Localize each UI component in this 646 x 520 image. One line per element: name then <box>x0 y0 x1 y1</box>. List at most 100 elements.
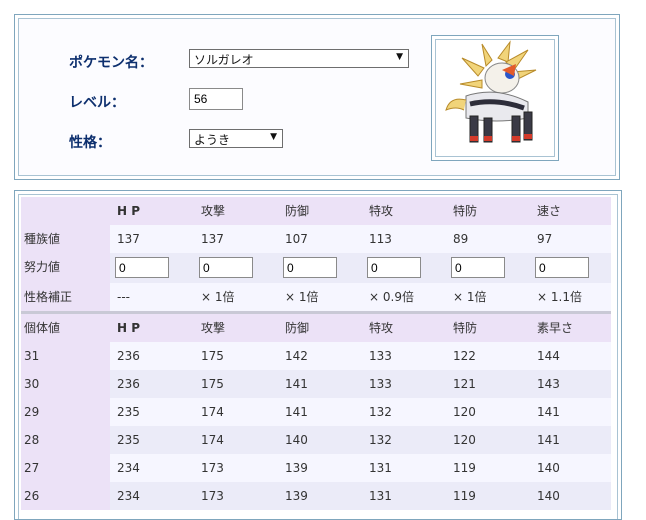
header-cell-speed: 素早さ <box>537 321 574 335</box>
header-cell-defense: 防御 <box>285 204 310 218</box>
table-cell: 144 <box>537 349 560 363</box>
table-row: 31 236 175 142 133 122 144 <box>21 342 611 370</box>
table-cell: 143 <box>537 377 560 391</box>
pokemon-name-label: ポケモン名： <box>69 55 153 71</box>
base-stats-row: 種族値 137 137 107 113 89 97 <box>21 225 611 253</box>
table-cell: 174 <box>201 433 224 447</box>
level-input[interactable] <box>189 88 243 110</box>
pokemon-name-select[interactable]: ソルガレオ ▼ <box>189 49 409 68</box>
table-cell: 140 <box>285 433 308 447</box>
iv-header-row: 個体値 H P 攻撃 防御 特攻 特防 素早さ <box>21 314 611 342</box>
nature-label: 性格： <box>69 135 111 151</box>
table-cell: 173 <box>201 489 224 503</box>
table-cell: 120 <box>453 433 476 447</box>
table-cell: 236 <box>117 349 140 363</box>
table-cell: 236 <box>117 377 140 391</box>
table-cell: × 1倍 <box>453 290 487 304</box>
table-row: 28 235 174 140 132 120 141 <box>21 426 611 454</box>
table-cell: 119 <box>453 461 476 475</box>
nature-value: ようき <box>194 133 231 147</box>
table-row: 26 234 173 139 131 119 140 <box>21 482 611 510</box>
table-cell: 113 <box>369 232 392 246</box>
row-label: 努力値 <box>24 260 61 274</box>
iv-value: 26 <box>24 489 40 503</box>
nature-mod-row: 性格補正 --- × 1倍 × 1倍 × 0.9倍 × 1倍 × 1.1倍 <box>21 283 611 311</box>
chevron-down-icon: ▼ <box>396 52 403 62</box>
ev-input-sp-attack[interactable] <box>367 257 421 278</box>
table-cell: 131 <box>369 489 392 503</box>
solgaleo-image <box>445 40 537 143</box>
header-cell-hp: H P <box>117 204 141 218</box>
header-cell-sp-attack: 特攻 <box>369 204 394 218</box>
ev-input-defense[interactable] <box>283 257 337 278</box>
ev-input-attack[interactable] <box>199 257 253 278</box>
table-cell: 234 <box>117 461 140 475</box>
header-cell-sp-defense: 特防 <box>453 321 478 335</box>
header-cell-hp: H P <box>117 321 141 335</box>
ev-input-hp[interactable] <box>115 257 169 278</box>
chevron-down-icon: ▼ <box>270 132 277 142</box>
header-cell-defense: 防御 <box>285 321 310 335</box>
table-cell: 175 <box>201 349 224 363</box>
stats-header-row: H P 攻撃 防御 特攻 特防 速さ <box>21 197 611 225</box>
table-cell: 139 <box>285 461 308 475</box>
table-cell: 141 <box>537 433 560 447</box>
table-cell: × 0.9倍 <box>369 290 414 304</box>
pokemon-image-inner <box>435 39 555 157</box>
table-cell: 120 <box>453 405 476 419</box>
row-label: 性格補正 <box>24 290 73 304</box>
table-cell: 89 <box>453 232 469 246</box>
table-cell: 121 <box>453 377 476 391</box>
table-row: 30 236 175 141 133 121 143 <box>21 370 611 398</box>
table-cell: 141 <box>537 405 560 419</box>
iv-value: 31 <box>24 349 40 363</box>
pokemon-image-frame <box>431 35 559 161</box>
table-cell: × 1倍 <box>201 290 235 304</box>
table-cell: 132 <box>369 405 392 419</box>
header-cell-attack: 攻撃 <box>201 321 226 335</box>
table-cell: 234 <box>117 489 140 503</box>
iv-value: 27 <box>24 461 40 475</box>
stats-table-panel: H P 攻撃 防御 特攻 特防 速さ 種族値 137 137 107 113 8… <box>14 190 622 520</box>
table-cell: × 1倍 <box>285 290 319 304</box>
ev-input-sp-defense[interactable] <box>451 257 505 278</box>
table-cell: 97 <box>537 232 553 246</box>
table-cell: 142 <box>285 349 308 363</box>
nature-select[interactable]: ようき ▼ <box>189 129 283 148</box>
ev-input-speed[interactable] <box>535 257 589 278</box>
table-cell: 235 <box>117 433 140 447</box>
table-cell: 139 <box>285 489 308 503</box>
table-cell: 133 <box>369 377 392 391</box>
table-cell: 235 <box>117 405 140 419</box>
table-cell: --- <box>117 290 130 304</box>
table-cell: × 1.1倍 <box>537 290 582 304</box>
table-cell: 137 <box>117 232 140 246</box>
header-cell-sp-defense: 特防 <box>453 204 478 218</box>
table-cell: 137 <box>201 232 224 246</box>
table-cell: 174 <box>201 405 224 419</box>
iv-value: 28 <box>24 433 40 447</box>
header-cell-speed: 速さ <box>537 204 562 218</box>
table-row: 27 234 173 139 131 119 140 <box>21 454 611 482</box>
row-label: 種族値 <box>24 232 61 246</box>
pokemon-name-value: ソルガレオ <box>194 53 254 67</box>
header-cell-attack: 攻撃 <box>201 204 226 218</box>
level-label: レベル： <box>69 95 125 111</box>
header-cell-sp-attack: 特攻 <box>369 321 394 335</box>
table-row: 29 235 174 141 132 120 141 <box>21 398 611 426</box>
table-cell: 141 <box>285 377 308 391</box>
table-cell: 107 <box>285 232 308 246</box>
table-cell: 140 <box>537 489 560 503</box>
table-cell: 131 <box>369 461 392 475</box>
table-cell: 119 <box>453 489 476 503</box>
table-cell: 133 <box>369 349 392 363</box>
pokemon-form-panel: ポケモン名： ソルガレオ ▼ レベル： 性格： ようき ▼ <box>14 14 620 180</box>
table-cell: 140 <box>537 461 560 475</box>
iv-value: 29 <box>24 405 40 419</box>
table-cell: 175 <box>201 377 224 391</box>
table-cell: 173 <box>201 461 224 475</box>
iv-value: 30 <box>24 377 40 391</box>
table-cell: 122 <box>453 349 476 363</box>
table-cell: 132 <box>369 433 392 447</box>
ev-row: 努力値 <box>21 253 611 283</box>
